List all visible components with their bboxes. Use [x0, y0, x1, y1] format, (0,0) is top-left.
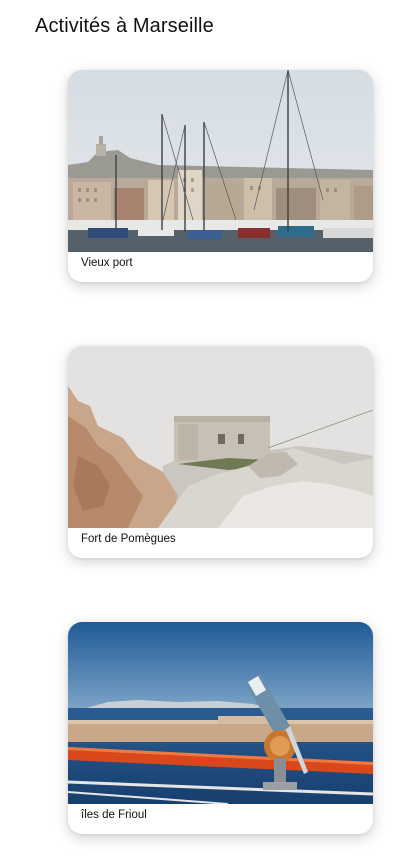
activity-card-fort-de-pomegues[interactable]: Fort de Pomègues	[68, 346, 373, 558]
page-title: Activités à Marseille	[35, 15, 214, 37]
card-label: Vieux port	[81, 257, 133, 269]
card-label: îles de Frioul	[81, 809, 147, 821]
card-label: Fort de Pomègues	[81, 533, 176, 545]
harbor-photo	[68, 70, 373, 252]
sea-view-telescope-photo	[68, 622, 373, 804]
activity-card-vieux-port[interactable]: Vieux port	[68, 70, 373, 282]
activity-card-iles-de-frioul[interactable]: îles de Frioul	[68, 622, 373, 834]
fort-on-rocks-photo	[68, 346, 373, 528]
